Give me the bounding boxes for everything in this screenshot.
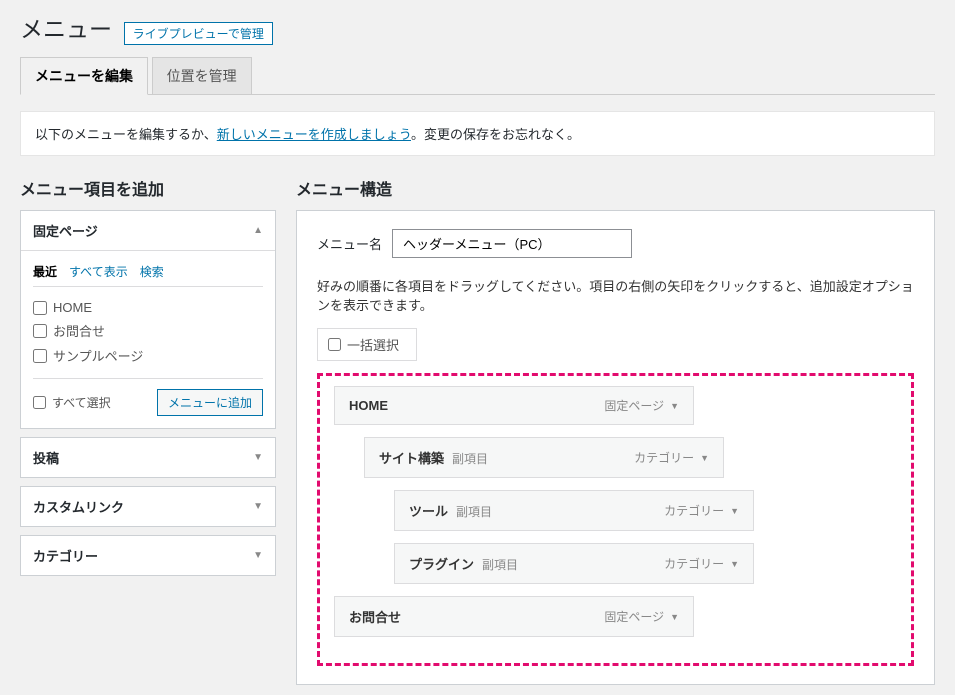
chevron-down-icon: ▼	[670, 612, 679, 622]
select-all-checkbox[interactable]	[33, 396, 46, 409]
nav-tabs: メニューを編集 位置を管理	[20, 57, 935, 95]
pages-tab-recent[interactable]: 最近	[33, 263, 57, 282]
menu-items-highlight: HOME固定ページ ▼サイト構築副項目カテゴリー ▼ツール副項目カテゴリー ▼プ…	[317, 373, 914, 666]
page-checkbox[interactable]	[33, 324, 47, 338]
chevron-down-icon: ▼	[253, 550, 263, 561]
chevron-down-icon: ▼	[730, 559, 739, 569]
menu-item-subtype: 副項目	[456, 505, 492, 519]
notice-suffix: 。変更の保存をお忘れなく。	[411, 127, 580, 142]
menu-item-subtype: 副項目	[452, 452, 488, 466]
chevron-down-icon: ▼	[730, 506, 739, 516]
panel-posts-header[interactable]: 投稿 ▼	[21, 438, 275, 477]
panel-custom-link: カスタムリンク ▼	[20, 486, 276, 527]
menu-item-title: HOME	[349, 398, 388, 413]
tab-manage-locations[interactable]: 位置を管理	[152, 57, 252, 94]
panel-pages-label: 固定ページ	[33, 221, 98, 240]
create-menu-link[interactable]: 新しいメニューを作成しましょう	[217, 127, 411, 142]
page-item-label: サンプルページ	[53, 346, 143, 365]
menu-item-type: 固定ページ ▼	[604, 397, 679, 414]
page-checkbox[interactable]	[33, 301, 47, 315]
menu-item-type: カテゴリー ▼	[664, 555, 739, 572]
list-item[interactable]: お問合せ	[33, 318, 263, 343]
chevron-down-icon: ▼	[670, 401, 679, 411]
select-all-label: すべて選択	[52, 394, 111, 411]
page-item-label: HOME	[53, 300, 92, 315]
chevron-up-icon: ▲	[253, 225, 263, 236]
menu-item[interactable]: プラグイン副項目 カテゴリー ▼	[394, 543, 754, 584]
add-to-menu-button[interactable]: メニューに追加	[157, 389, 263, 416]
notice-bar: 以下のメニューを編集するか、新しいメニューを作成しましょう。変更の保存をお忘れな…	[20, 111, 935, 156]
menu-item-title: サイト構築	[379, 451, 444, 466]
pages-tab-all[interactable]: すべて表示	[69, 263, 128, 282]
menu-item[interactable]: サイト構築副項目 カテゴリー ▼	[364, 437, 724, 478]
chevron-down-icon: ▼	[253, 452, 263, 463]
menu-item-subtype: 副項目	[482, 558, 518, 572]
panel-category-header[interactable]: カテゴリー ▼	[21, 536, 275, 575]
list-item[interactable]: サンプルページ	[33, 343, 263, 368]
panel-custom-link-header[interactable]: カスタムリンク ▼	[21, 487, 275, 526]
pages-tab-search[interactable]: 検索	[140, 263, 164, 282]
menu-name-input[interactable]	[392, 229, 632, 258]
chevron-down-icon: ▼	[253, 501, 263, 512]
menu-item-title: ツール	[409, 504, 448, 519]
tab-edit-menus[interactable]: メニューを編集	[20, 57, 148, 95]
menu-item-title: プラグイン	[409, 557, 474, 572]
panel-category: カテゴリー ▼	[20, 535, 276, 576]
select-all-toggle[interactable]: すべて選択	[33, 394, 111, 411]
page-item-label: お問合せ	[53, 321, 105, 340]
menu-item-type: 固定ページ ▼	[604, 608, 679, 625]
menu-name-label: メニュー名	[317, 234, 382, 253]
panel-posts-label: 投稿	[33, 448, 59, 467]
menu-panel: メニュー名 好みの順番に各項目をドラッグしてください。項目の右側の矢印をクリック…	[296, 210, 935, 685]
menu-item[interactable]: お問合せ 固定ページ ▼	[334, 596, 694, 637]
menu-item[interactable]: HOME 固定ページ ▼	[334, 386, 694, 425]
live-preview-button[interactable]: ライブプレビューで管理	[124, 22, 273, 45]
panel-pages: 固定ページ ▲ 最近 すべて表示 検索 HOME お問合せ サンプルページ	[20, 210, 276, 429]
panel-category-label: カテゴリー	[33, 546, 98, 565]
menu-item[interactable]: ツール副項目 カテゴリー ▼	[394, 490, 754, 531]
list-item[interactable]: HOME	[33, 297, 263, 318]
menu-item-title: お問合せ	[349, 610, 401, 625]
panel-custom-link-label: カスタムリンク	[33, 497, 124, 516]
menu-item-type: カテゴリー ▼	[664, 502, 739, 519]
bulk-select-checkbox[interactable]	[328, 338, 341, 351]
bulk-select-label: 一括選択	[347, 335, 399, 354]
menu-item-type: カテゴリー ▼	[634, 449, 709, 466]
notice-prefix: 以下のメニューを編集するか、	[35, 127, 217, 142]
panel-pages-header[interactable]: 固定ページ ▲	[21, 211, 275, 251]
page-title: メニュー	[20, 10, 112, 44]
structure-title: メニュー構造	[296, 176, 935, 200]
panel-posts: 投稿 ▼	[20, 437, 276, 478]
sidebar-title: メニュー項目を追加	[20, 176, 276, 200]
page-checkbox[interactable]	[33, 349, 47, 363]
structure-hint: 好みの順番に各項目をドラッグしてください。項目の右側の矢印をクリックすると、追加…	[317, 276, 914, 314]
chevron-down-icon: ▼	[700, 453, 709, 463]
bulk-select-toggle[interactable]: 一括選択	[317, 328, 417, 361]
